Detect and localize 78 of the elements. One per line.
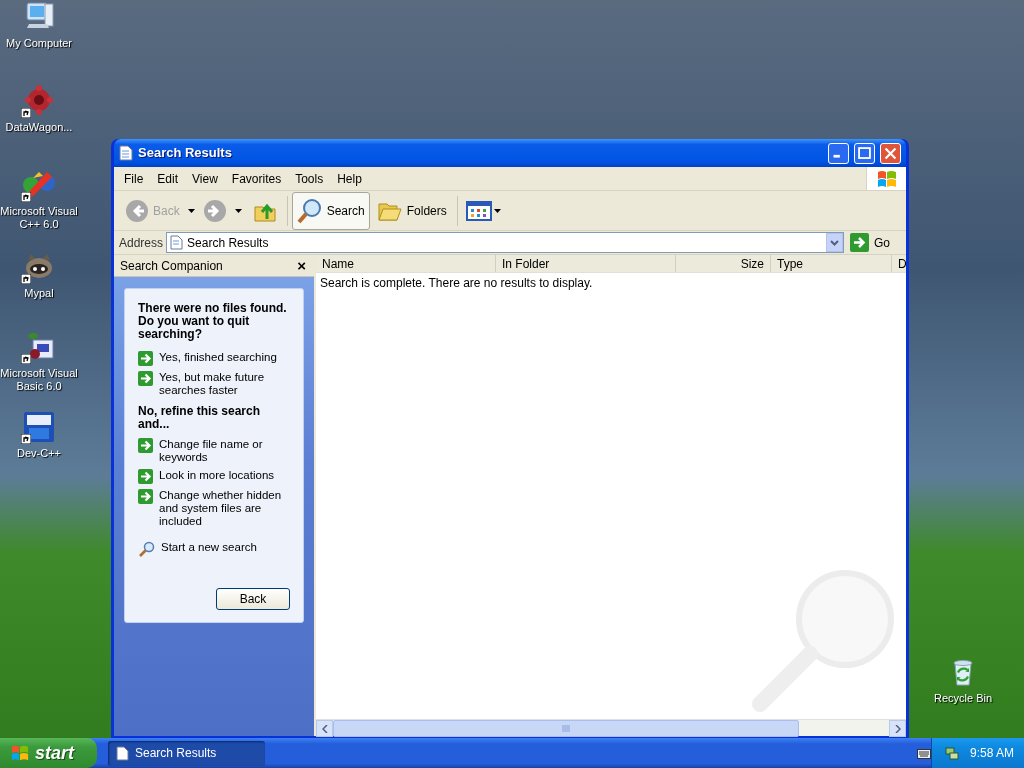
- back-button[interactable]: Back: [216, 588, 290, 610]
- shortcut-arrow-icon: [21, 354, 31, 364]
- arrow-icon: [138, 438, 153, 453]
- maximize-button[interactable]: [854, 142, 875, 164]
- minimize-button[interactable]: [828, 142, 849, 164]
- column-header[interactable]: D: [892, 255, 906, 272]
- desktop-icon-label[interactable]: Dev-C++: [17, 447, 61, 460]
- dev-box-icon[interactable]: [21, 410, 57, 444]
- document-icon: [170, 235, 184, 250]
- desktop-icon-label[interactable]: My Computer: [6, 37, 72, 50]
- arrow-icon: [138, 351, 153, 366]
- scroll-thumb[interactable]: [333, 720, 799, 737]
- desktop-icon-label[interactable]: DataWagon...: [5, 121, 73, 134]
- option-link[interactable]: Change file name or keywords: [159, 438, 290, 464]
- close-pane-button[interactable]: ×: [295, 258, 308, 273]
- panel-heading: There were no files found. Do you want to quit searching?: [138, 302, 288, 341]
- document-icon: [116, 745, 129, 761]
- search-button[interactable]: Search: [291, 191, 370, 230]
- window-title: Search Results: [138, 144, 233, 163]
- column-header[interactable]: In Folder: [496, 255, 676, 272]
- menu-item[interactable]: Tools: [288, 169, 331, 188]
- caret-icon: [493, 208, 501, 213]
- close-icon: [884, 146, 897, 160]
- dropdown-button[interactable]: [826, 233, 843, 252]
- option-link[interactable]: Change whether hidden and system files are included: [159, 489, 290, 528]
- menu-item[interactable]: Favorites: [224, 169, 289, 188]
- views-icon: [465, 200, 492, 221]
- caret-icon: [187, 208, 195, 213]
- option-link[interactable]: Start a new search: [161, 541, 257, 554]
- folders-button[interactable]: Folders: [371, 191, 452, 230]
- close-button[interactable]: [880, 142, 901, 164]
- windows-flag-icon: [10, 744, 30, 762]
- section-heading: No, refine this search and...: [138, 405, 262, 431]
- caret-icon: [234, 208, 242, 213]
- right-chevron-icon: [894, 724, 901, 733]
- document-icon: [119, 145, 133, 161]
- maximize-icon: [858, 146, 871, 159]
- scroll-right-button[interactable]: [889, 720, 906, 737]
- menu-item[interactable]: File: [117, 169, 151, 188]
- start-button[interactable]: start: [0, 738, 97, 768]
- chevron-down-icon: [830, 239, 839, 246]
- arrow-icon: [138, 489, 153, 504]
- shortcut-arrow-icon: [21, 192, 31, 202]
- desktop-icon-label[interactable]: Microsoft Visual C++ 6.0: [0, 205, 78, 231]
- menu-item[interactable]: Edit: [150, 169, 186, 188]
- menu-item[interactable]: View: [185, 169, 225, 188]
- taskbar-button[interactable]: Search Results: [108, 740, 265, 766]
- arrow-icon: [138, 371, 153, 386]
- minimize-icon: [833, 154, 840, 158]
- pane-title: Search Companion: [120, 257, 223, 275]
- arrow-icon: [138, 469, 153, 484]
- search-icon: [138, 541, 155, 557]
- clock: 9:58 AM: [970, 745, 1015, 762]
- menu-item[interactable]: Help: [330, 169, 369, 188]
- option-link[interactable]: Yes, but make future searches faster: [159, 371, 290, 397]
- desktop-icon-label[interactable]: Mypal: [24, 287, 54, 300]
- left-chevron-icon: [321, 724, 328, 733]
- option-link[interactable]: Yes, finished searching: [159, 351, 277, 364]
- desktop-icon-label[interactable]: Recycle Bin: [933, 692, 993, 705]
- network-icon[interactable]: [944, 745, 960, 761]
- scroll-left-button[interactable]: [316, 720, 333, 737]
- right-arrow-icon: [850, 233, 869, 252]
- shortcut-arrow-icon: [21, 274, 31, 284]
- shortcut-arrow-icon: [21, 108, 31, 118]
- keyboard-icon[interactable]: [917, 747, 931, 759]
- shortcut-arrow-icon: [21, 434, 31, 444]
- column-header[interactable]: Name: [316, 255, 496, 272]
- address-label: Address: [119, 234, 164, 252]
- status-message: Search is complete. There are no results to display.: [319, 275, 594, 292]
- address-field[interactable]: Search Results: [166, 232, 844, 253]
- option-link[interactable]: Look in more locations: [159, 469, 275, 482]
- search-icon: [296, 197, 323, 224]
- horizontal-scrollbar[interactable]: [316, 719, 906, 736]
- desktop-icon-label[interactable]: Microsoft Visual Basic 6.0: [0, 367, 78, 393]
- go-button[interactable]: Go: [847, 232, 893, 253]
- column-header[interactable]: Size: [676, 255, 771, 272]
- column-header[interactable]: Type: [771, 255, 892, 272]
- grip-icon: [562, 725, 570, 732]
